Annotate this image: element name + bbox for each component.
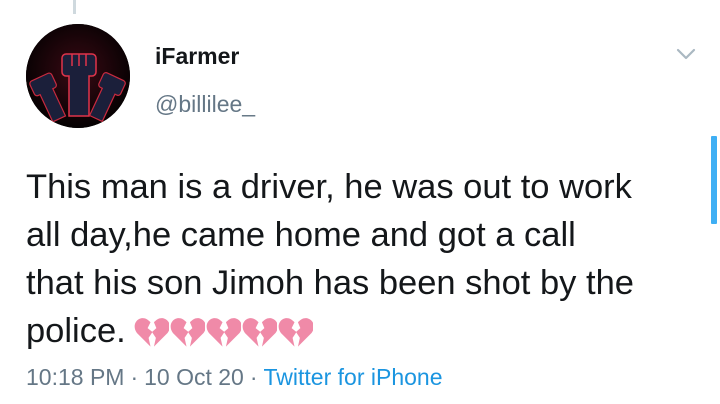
broken-heart-icon (242, 316, 277, 348)
tweet-text-line: all day,he came home and got a call (26, 216, 576, 254)
broken-heart-icon (278, 316, 313, 348)
scroll-indicator (711, 136, 717, 224)
broken-heart-icon (134, 316, 169, 348)
raised-fist-avatar-image (26, 24, 130, 128)
broken-heart-emoji-group (134, 313, 314, 361)
thread-connector-line (73, 0, 76, 14)
tweet-meta: 10:18 PM · 10 Oct 20 · Twitter for iPhone (26, 363, 443, 391)
tweet-source-link[interactable]: Twitter for iPhone (264, 364, 443, 390)
tweet-text: This man is a driver, he was out to work… (26, 163, 706, 355)
meta-separator: · (249, 364, 258, 390)
tweet-view: iFarmer @billilee_ This man is a driver,… (0, 0, 720, 404)
tweet-time: 10:18 PM (26, 364, 125, 390)
chevron-down-icon[interactable] (674, 42, 698, 66)
broken-heart-icon (170, 316, 205, 348)
meta-separator: · (130, 364, 139, 390)
avatar[interactable] (26, 24, 130, 128)
tweet-text-line: that his son Jimoh has been shot by the (26, 264, 634, 302)
tweet-text-line: This man is a driver, he was out to work (26, 168, 632, 206)
tweet-date[interactable]: 10 Oct 20 (144, 364, 244, 390)
broken-heart-icon (206, 316, 241, 348)
display-name[interactable]: iFarmer (155, 42, 239, 70)
tweet-text-line-last: police. (26, 307, 706, 355)
user-handle[interactable]: @billilee_ (155, 90, 255, 118)
tweet-text-line-text: police. (26, 312, 126, 350)
